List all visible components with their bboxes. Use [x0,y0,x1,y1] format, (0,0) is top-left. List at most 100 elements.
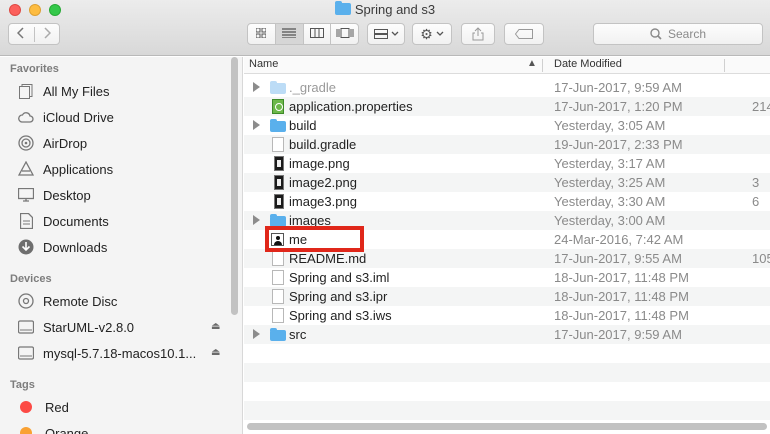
arrange-button[interactable] [367,23,405,45]
share-button[interactable] [461,23,495,45]
desktop-icon [18,187,34,203]
list-item[interactable]: Spring and s3.ipr 18-Jun-2017, 11:48 PM [244,287,770,306]
list-item[interactable]: Spring and s3.iml 18-Jun-2017, 11:48 PM [244,268,770,287]
file-date: 18-Jun-2017, 11:48 PM [554,289,689,304]
document-icon [272,289,284,304]
list-item[interactable]: Spring and s3.iws 18-Jun-2017, 11:48 PM [244,306,770,325]
file-date: 19-Jun-2017, 2:33 PM [554,137,683,152]
sidebar-item-label: All My Files [43,83,110,99]
column-divider[interactable] [724,59,725,72]
disclosure-triangle-icon[interactable] [253,82,260,92]
file-date: 18-Jun-2017, 11:48 PM [554,308,689,323]
chevron-down-icon [436,31,444,36]
back-button[interactable] [9,26,35,42]
sidebar-item-remote-disc[interactable]: Remote Disc [18,290,117,312]
image-file-icon [274,194,284,209]
horizontal-scrollbar[interactable] [247,423,767,430]
list-header: Name ▲ Date Modified [244,57,770,74]
sidebar-item-mysql[interactable]: mysql-5.7.18-macos10.1... [18,342,196,364]
document-icon [272,270,284,285]
sidebar-item-label: Remote Disc [43,293,118,309]
list-item[interactable]: image.png Yesterday, 3:17 AM [244,154,770,173]
chevron-left-icon [17,26,24,39]
sidebar-item-label: StarUML-v2.8.0 [43,319,135,335]
cover-flow-button[interactable] [331,24,358,44]
file-name: image2.png [289,175,357,190]
list-item[interactable]: application.properties 17-Jun-2017, 1:20… [244,97,770,116]
gear-icon: ⚙ [420,25,433,42]
sidebar-item-tag-red[interactable]: Red [18,396,69,418]
folder-icon [270,119,286,132]
image-file-icon [274,156,284,171]
action-menu-button[interactable]: ⚙ [412,23,452,45]
sidebar-item-applications[interactable]: Applications [18,158,113,180]
file-date: 24-Mar-2016, 7:42 AM [554,232,684,247]
list-item[interactable]: image3.png Yesterday, 3:30 AM 6 [244,192,770,211]
sidebar-item-downloads[interactable]: Downloads [18,236,107,258]
list-item[interactable]: build.gradle 19-Jun-2017, 2:33 PM [244,135,770,154]
cloud-icon [18,109,34,125]
downloads-icon [18,239,34,255]
sidebar-item-documents[interactable]: Documents [18,210,109,232]
favorites-heading: Favorites [10,63,59,75]
sidebar-item-label: Documents [43,213,109,229]
file-size: 3 [752,175,760,190]
empty-row [244,401,770,420]
file-date: Yesterday, 3:05 AM [554,118,666,133]
list-view-button[interactable] [275,24,304,44]
sidebar-item-all-my-files[interactable]: All My Files [18,80,109,102]
list-item[interactable]: ._gradle 17-Jun-2017, 9:59 AM [244,78,770,97]
file-date: Yesterday, 3:17 AM [554,156,666,171]
eject-icon[interactable]: ⏏ [211,321,220,332]
sidebar-item-desktop[interactable]: Desktop [18,184,91,206]
grid-icon [255,27,267,39]
file-name: README.md [289,251,367,266]
sidebar-item-airdrop[interactable]: AirDrop [18,132,87,154]
disclosure-triangle-icon[interactable] [253,120,260,130]
sidebar-item-label: mysql-5.7.18-macos10.1... [43,345,197,361]
sidebar-item-icloud-drive[interactable]: iCloud Drive [18,106,114,128]
properties-file-icon [272,99,284,114]
disclosure-triangle-icon[interactable] [253,215,260,225]
file-name: Spring and s3.iws [289,308,392,323]
list-item[interactable]: image2.png Yesterday, 3:25 AM 3 [244,173,770,192]
document-icon [272,308,284,323]
file-name: Spring and s3.ipr [289,289,388,304]
sidebar-item-tag-orange[interactable]: Orange [18,422,88,434]
column-divider[interactable] [542,59,543,72]
sidebar-item-label: AirDrop [43,135,88,151]
tags-button[interactable] [504,23,544,45]
sidebar-item-label: iCloud Drive [43,109,114,125]
empty-row [244,363,770,382]
name-column-header[interactable]: Name [249,58,278,70]
view-mode-group [247,23,359,45]
date-modified-column-header[interactable]: Date Modified [554,58,622,70]
search-field[interactable]: Search [593,23,763,45]
eject-icon[interactable]: ⏏ [211,347,220,358]
columns-icon [309,28,324,38]
file-name: application.properties [289,99,413,114]
window-title-label: Spring and s3 [354,2,436,17]
toolbar: Spring and s3 ⚙ Search [0,0,770,56]
file-size: 105 [752,251,770,266]
disclosure-triangle-icon[interactable] [253,329,260,339]
airdrop-icon [18,135,34,151]
share-icon [472,27,484,41]
file-name: image.png [289,156,350,171]
sidebar-item-label: Downloads [43,239,108,255]
file-date: 17-Jun-2017, 9:59 AM [554,80,682,95]
sidebar-item-label: Orange [45,425,89,434]
forward-button[interactable] [35,26,60,42]
list-item[interactable]: build Yesterday, 3:05 AM [244,116,770,135]
folder-icon [270,81,286,94]
icon-view-button[interactable] [248,24,276,44]
column-view-button[interactable] [304,24,332,44]
list-item[interactable]: src 17-Jun-2017, 9:59 AM [244,325,770,344]
arrange-icon [373,29,388,39]
file-name: build.gradle [289,137,357,152]
sidebar-scrollbar[interactable] [231,57,238,315]
sidebar-item-staruml[interactable]: StarUML-v2.8.0 [18,316,134,338]
drive-icon [18,319,34,335]
file-date: Yesterday, 3:30 AM [554,194,666,209]
image-file-icon [274,175,284,190]
